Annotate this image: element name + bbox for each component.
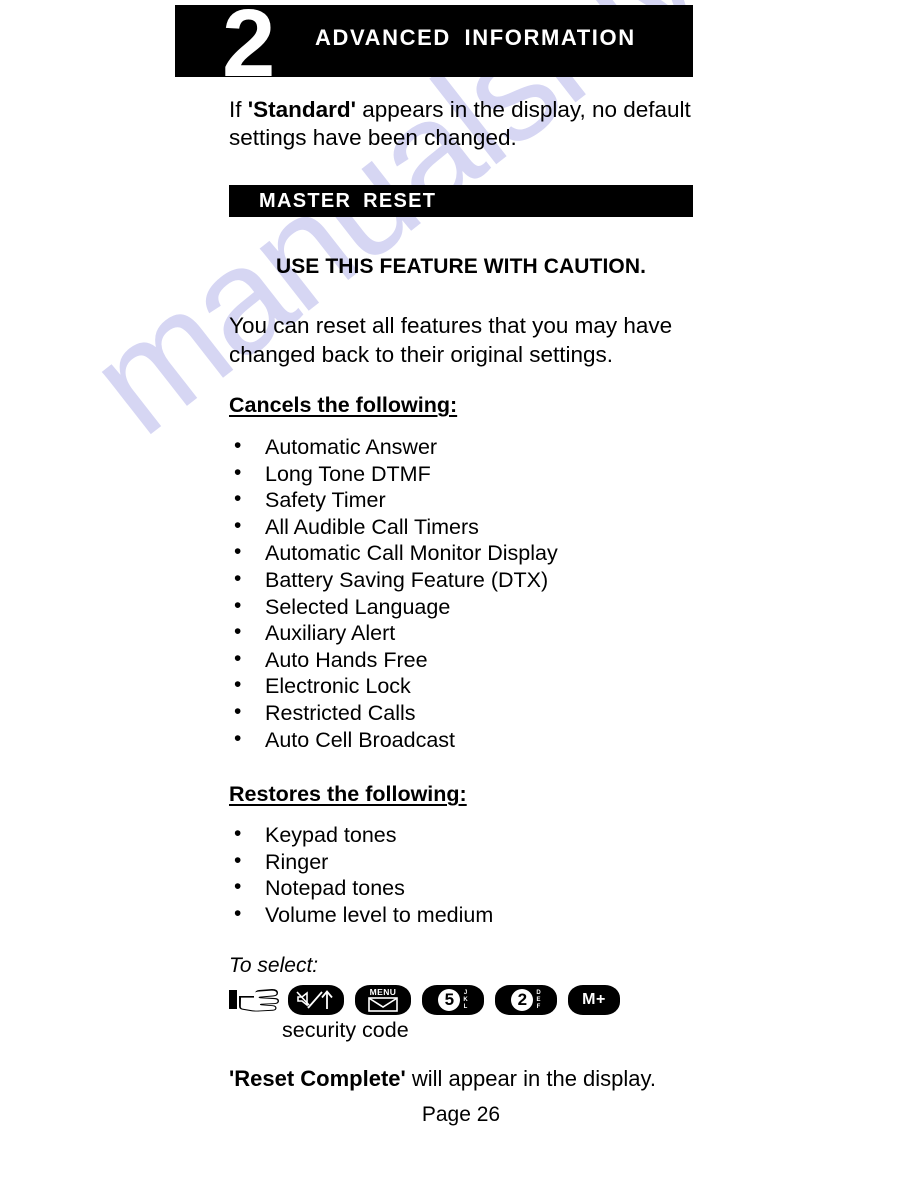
list-item: Ringer [229, 848, 493, 876]
closing-rest: will appear in the display. [405, 1066, 657, 1091]
digit-5-letters: JKL [463, 989, 468, 1010]
chapter-title: ADVANCED INFORMATION [315, 25, 636, 50]
memory-plus-key[interactable]: M+ [568, 985, 620, 1015]
intro-prefix: If [229, 97, 248, 122]
list-item: Automatic Answer [229, 433, 558, 461]
digit-5-key[interactable]: 5 JKL [422, 985, 484, 1015]
memory-plus-label: M+ [582, 991, 606, 1008]
section-header-bar: MASTER RESET [229, 185, 693, 217]
digit-5-label: 5 [438, 989, 461, 1011]
pointing-hand-icon [229, 989, 279, 1012]
envelope-icon [368, 997, 398, 1013]
intro-paragraph: If 'Standard' appears in the display, no… [229, 96, 699, 152]
closing-bold-term: 'Reset Complete' [229, 1066, 406, 1091]
digit-2-letters: DEF [536, 989, 541, 1010]
chapter-header-bar: 2 ADVANCED INFORMATION [175, 0, 693, 92]
closing-note: 'Reset Complete' will appear in the disp… [229, 1066, 699, 1092]
list-item: Automatic Call Monitor Display [229, 539, 558, 567]
menu-key-label: MENU [369, 986, 397, 997]
cancels-heading: Cancels the following: [229, 393, 458, 417]
chapter-number: 2 [222, 0, 276, 97]
security-code-label: security code [282, 1018, 409, 1042]
list-item: Long Tone DTMF [229, 460, 558, 488]
list-item: Safety Timer [229, 486, 558, 514]
restores-heading: Restores the following: [229, 782, 467, 806]
list-item: Auxiliary Alert [229, 619, 558, 647]
list-item: Restricted Calls [229, 699, 558, 727]
list-item: Battery Saving Feature (DTX) [229, 566, 558, 594]
restores-list: Keypad tonesRingerNotepad tonesVolume le… [229, 821, 493, 929]
list-item: Auto Hands Free [229, 646, 558, 674]
list-item: Selected Language [229, 593, 558, 621]
key-sequence-row: MENU 5 JKL 2 DEF M+ [228, 985, 631, 1015]
list-item: Notepad tones [229, 874, 493, 902]
menu-key[interactable]: MENU [355, 985, 411, 1015]
list-item: Electronic Lock [229, 672, 558, 700]
list-item: All Audible Call Timers [229, 513, 558, 541]
digit-2-label: 2 [511, 989, 534, 1011]
digit-2-key[interactable]: 2 DEF [495, 985, 557, 1015]
list-item: Auto Cell Broadcast [229, 726, 558, 754]
mute-arrow-icon [296, 990, 333, 1009]
cancels-list: Automatic AnswerLong Tone DTMFSafety Tim… [229, 433, 558, 754]
manual-page: 2 ADVANCED INFORMATION If 'Standard' app… [0, 0, 918, 1188]
mute-up-key[interactable] [288, 985, 344, 1015]
page-number: Page 26 [421, 1103, 501, 1126]
section-paragraph: You can reset all features that you may … [229, 313, 673, 367]
list-item: Volume level to medium [229, 901, 493, 929]
to-select-label: To select: [229, 954, 319, 977]
section-header-title: MASTER RESET [259, 190, 437, 212]
list-item: Keypad tones [229, 821, 493, 849]
intro-bold-term: 'Standard' [247, 97, 356, 122]
caution-notice: USE THIS FEATURE WITH CAUTION. [275, 255, 647, 278]
